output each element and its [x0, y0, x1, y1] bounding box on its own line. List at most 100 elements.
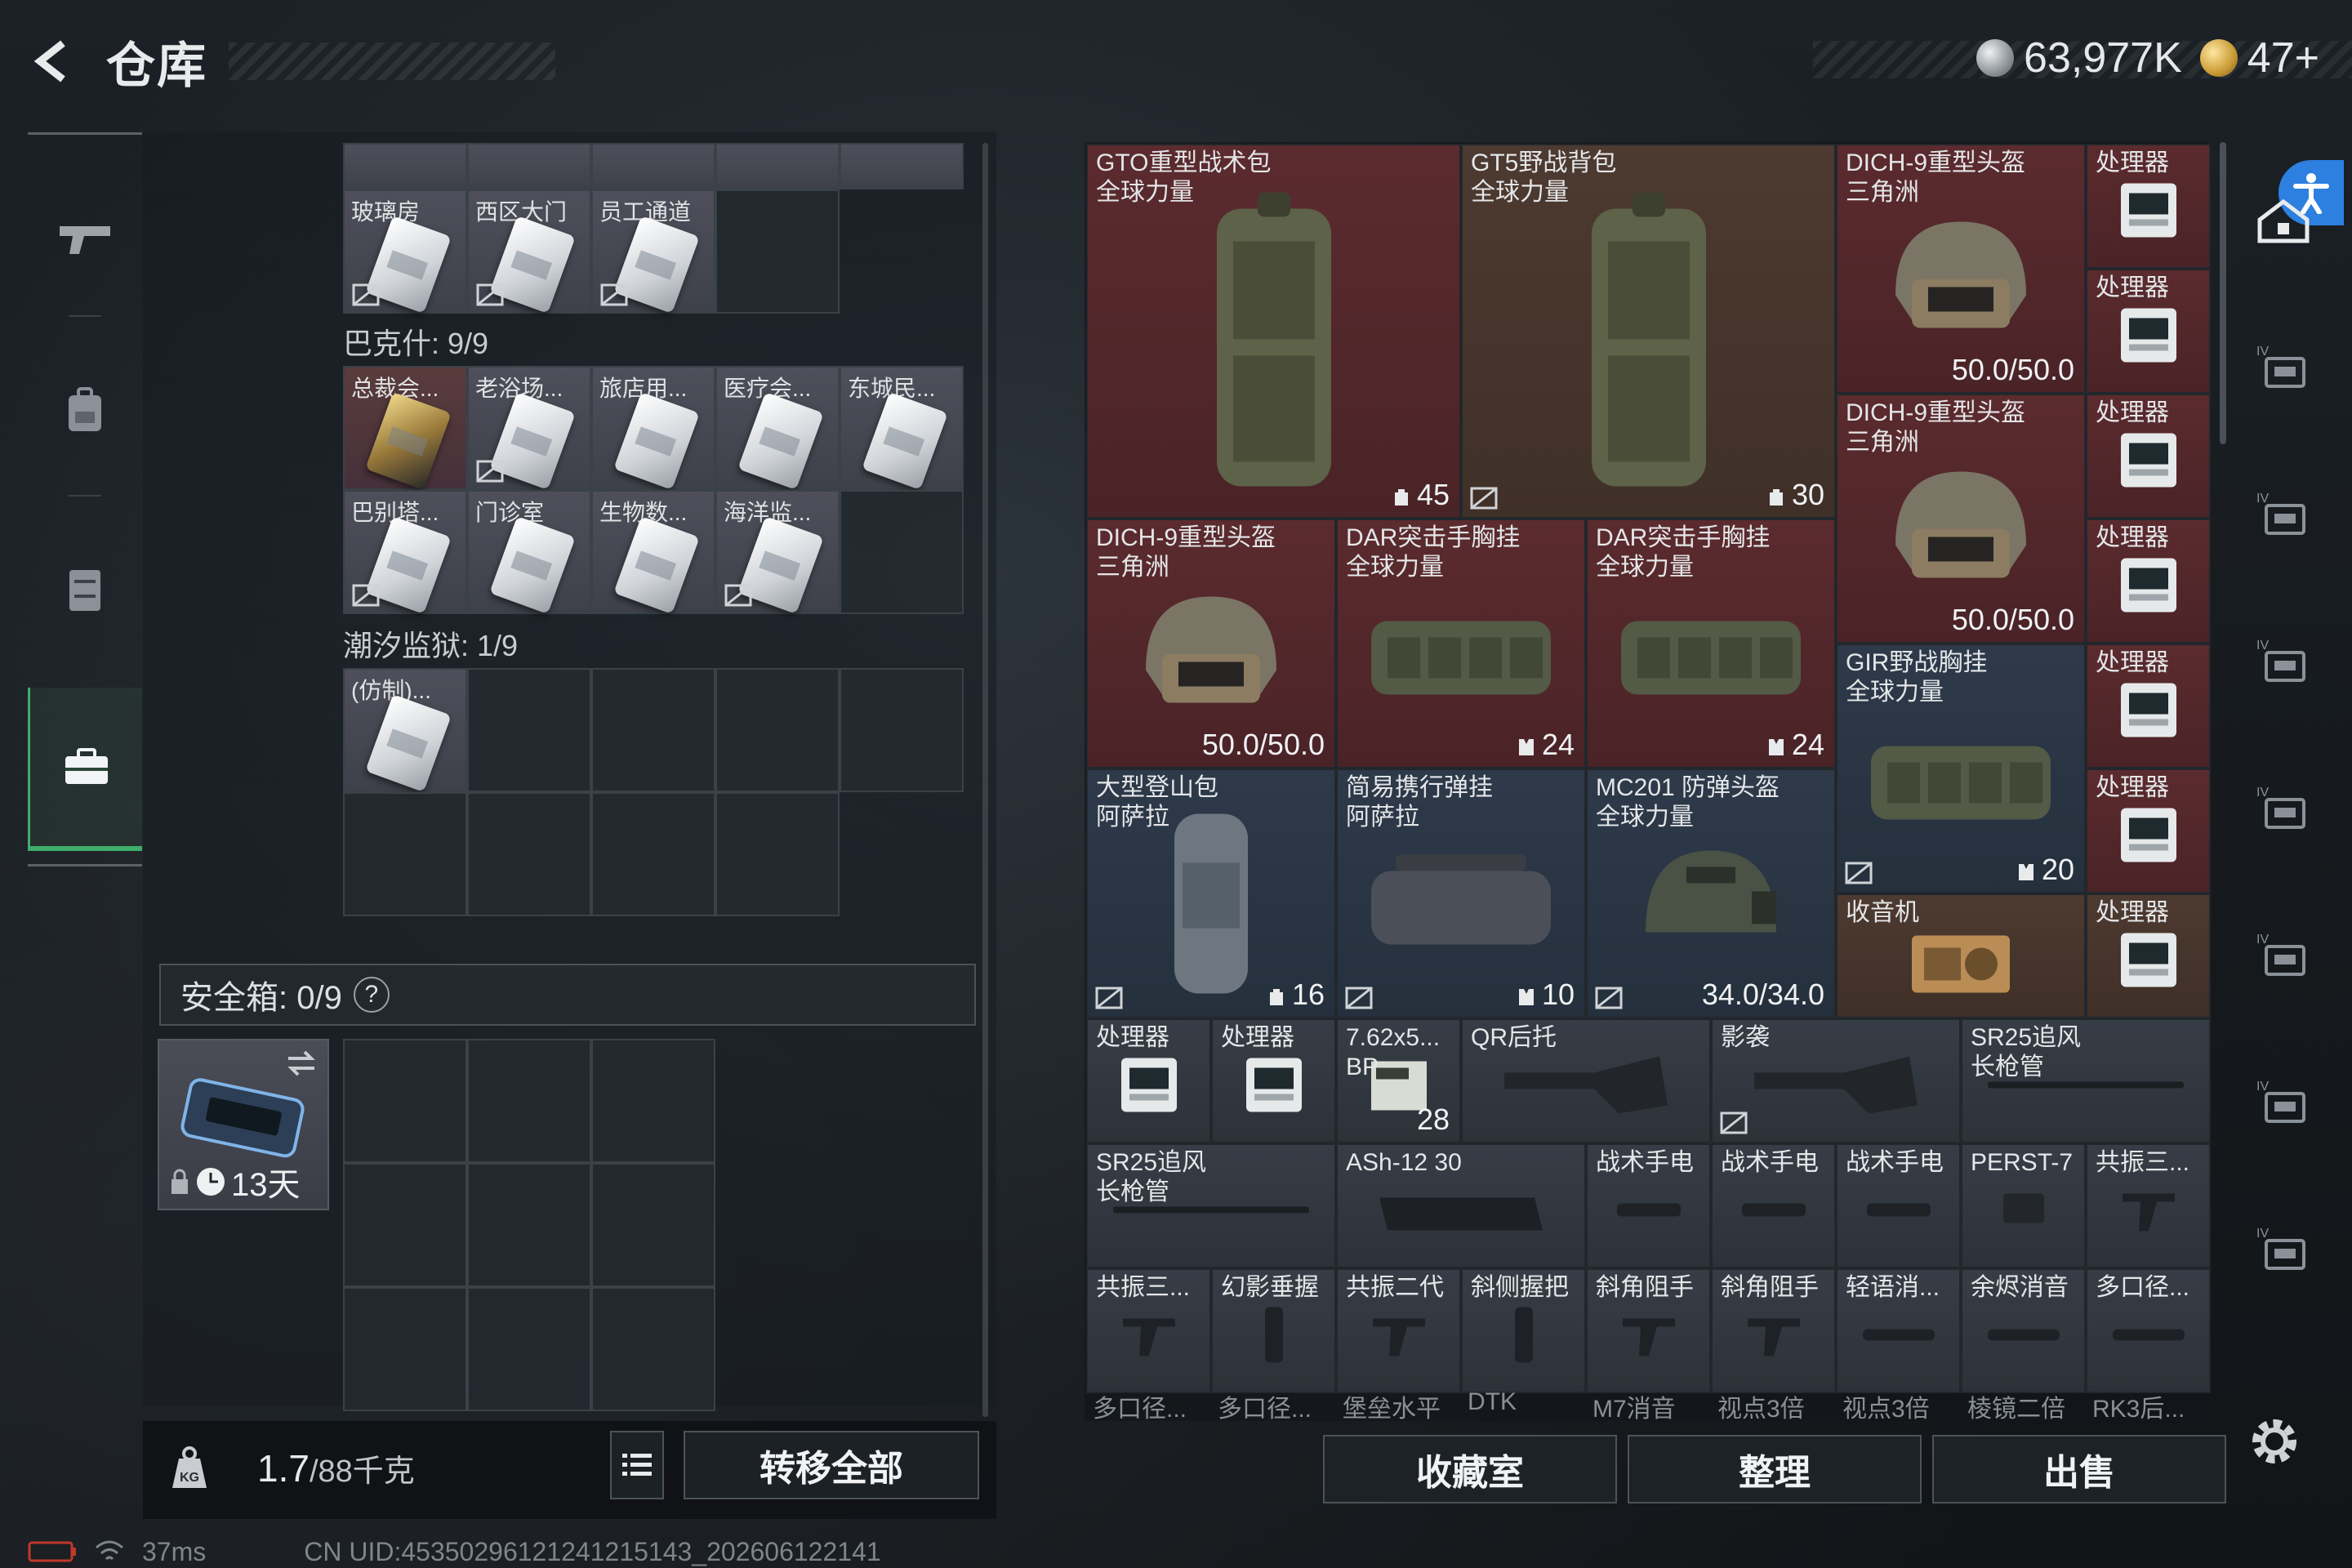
empty-slot[interactable] — [715, 668, 840, 792]
stash-item-slant[interactable]: 斜侧握把 — [1461, 1268, 1586, 1393]
safe-box-bar[interactable]: 安全箱: 0/9 ? — [159, 964, 976, 1026]
stash-item-radio[interactable]: 收音机 — [1836, 893, 2086, 1018]
keycard-slot[interactable]: 门诊室 — [467, 490, 591, 614]
stash-item-proc[interactable]: 处理器 — [2086, 144, 2211, 269]
stash-item-gir[interactable]: GIR野战胸挂 全球力量 20 — [1836, 644, 2086, 893]
settings-gear-icon[interactable] — [2246, 1413, 2303, 1470]
empty-slot[interactable] — [591, 668, 715, 792]
stash-item-qr[interactable]: QR后托 — [1461, 1018, 1711, 1143]
stash-item-proc[interactable]: 处理器 — [2086, 644, 2211, 768]
stash-item-dich2[interactable]: DICH-9重型头盔 三角洲 50.0/50.0 — [1836, 394, 2086, 644]
stash-item-dich3[interactable]: DICH-9重型头盔 三角洲 50.0/50.0 — [1086, 519, 1336, 768]
stash-item-sr25a[interactable]: SR25追风 长枪管 — [1961, 1018, 2211, 1143]
stash-scrollbar[interactable] — [2220, 142, 2226, 444]
nav-backpack[interactable] — [28, 328, 142, 492]
keycard-slot[interactable]: 东城民... — [840, 366, 964, 490]
keycard-slot[interactable]: 老浴场... — [467, 366, 591, 490]
stash-item-flash[interactable]: 战术手电 — [1711, 1143, 1836, 1268]
stash-item-light_sup[interactable]: 轻语消... — [1836, 1268, 1961, 1393]
safe-box-slot[interactable] — [343, 1287, 467, 1411]
keycard-slot[interactable]: 总裁会... — [343, 366, 467, 490]
sell-button[interactable]: 出售 — [1932, 1435, 2226, 1503]
right-nav-item-2[interactable]: IV — [2234, 444, 2332, 583]
stash-item-proc[interactable]: 处理器 — [2086, 394, 2211, 519]
backpack-scrollbar[interactable] — [982, 143, 988, 1417]
swap-icon[interactable] — [285, 1049, 318, 1078]
stash-item-stop[interactable]: 斜角阻手 — [1711, 1268, 1836, 1393]
keycard-slot[interactable]: 西区大门 — [467, 189, 591, 314]
gold-currency[interactable]: 47+ — [2199, 33, 2319, 82]
keycard-slot[interactable]: 生物数... — [591, 490, 715, 614]
empty-slot[interactable] — [591, 792, 715, 916]
keycard-slot-partial[interactable] — [467, 143, 591, 189]
stash-item-proc[interactable]: 处理器 — [1086, 1018, 1211, 1143]
right-nav-item-7[interactable]: IV — [2234, 1179, 2332, 1318]
stash-item-gto[interactable]: GTO重型战术包 全球力量 45 — [1086, 144, 1461, 519]
stash-item-proc[interactable]: 处理器 — [2086, 519, 2211, 644]
keycard-slot-partial[interactable] — [591, 143, 715, 189]
nav-locker[interactable] — [28, 508, 142, 671]
organize-button[interactable]: 整理 — [1628, 1435, 1922, 1503]
empty-slot[interactable] — [840, 490, 964, 614]
safe-box-slot[interactable] — [467, 1287, 591, 1411]
keycard-slot[interactable]: 巴别塔... — [343, 490, 467, 614]
stash-item-proc[interactable]: 处理器 — [1211, 1018, 1336, 1143]
stash-item-dich1[interactable]: DICH-9重型头盔 三角洲 50.0/50.0 — [1836, 144, 2086, 394]
empty-slot[interactable] — [467, 792, 591, 916]
stash-item-ash12[interactable]: ASh-12 30 — [1336, 1143, 1586, 1268]
safe-box-slot[interactable] — [467, 1163, 591, 1287]
keycard-slot-partial[interactable] — [343, 143, 467, 189]
keycard-slot[interactable]: 医疗会... — [715, 366, 840, 490]
empty-slot[interactable] — [840, 668, 964, 792]
stash-item-sr25b[interactable]: SR25追风 长枪管 — [1086, 1143, 1336, 1268]
keycard-slot-partial[interactable] — [840, 143, 964, 189]
empty-slot[interactable] — [467, 668, 591, 792]
stash-item-gt5[interactable]: GT5野战背包 全球力量 30 — [1461, 144, 1836, 519]
stash-item-ammo[interactable]: 7.62x5... BP 28 — [1336, 1018, 1461, 1143]
safe-box-slot[interactable] — [343, 1039, 467, 1163]
stash-item-perst[interactable]: PERST-7 — [1961, 1143, 2086, 1268]
safe-box-slot[interactable] — [591, 1039, 715, 1163]
keycard-slot[interactable]: 海洋监... — [715, 490, 840, 614]
right-nav-item-4[interactable]: IV — [2234, 738, 2332, 877]
list-view-button[interactable] — [610, 1431, 664, 1499]
keycard-slot[interactable]: 旅店用... — [591, 366, 715, 490]
safe-box-item[interactable]: 13天 — [158, 1039, 329, 1210]
stash-item-gz2[interactable]: 共振二代 — [1336, 1268, 1461, 1393]
stash-item-flash[interactable]: 战术手电 — [1586, 1143, 1711, 1268]
keycard-slot[interactable]: (仿制)... — [343, 668, 467, 792]
empty-slot[interactable] — [715, 189, 840, 314]
stash-item-mc201[interactable]: MC201 防弹头盔 全球力量 34.0/34.0 — [1586, 768, 1836, 1018]
back-button[interactable] — [24, 33, 82, 90]
empty-slot[interactable] — [715, 792, 840, 916]
stash-item-gongzhen[interactable]: 共振三... — [1086, 1268, 1211, 1393]
stash-item-bigpack[interactable]: 大型登山包 阿萨拉 16 — [1086, 768, 1336, 1018]
transfer-all-button[interactable]: 转移全部 — [684, 1431, 979, 1499]
right-nav-item-3[interactable]: IV — [2234, 591, 2332, 730]
collection-room-button[interactable]: 收藏室 — [1323, 1435, 1617, 1503]
stash-item-multi[interactable]: 多口径... — [2086, 1268, 2211, 1393]
stash-item-phantom[interactable]: 幻影垂握 — [1211, 1268, 1336, 1393]
silver-currency[interactable]: 63,977K — [1976, 33, 2182, 82]
stash-item-proc[interactable]: 处理器 — [2086, 768, 2211, 893]
nav-toolbox[interactable] — [28, 688, 142, 851]
safe-box-slot[interactable] — [591, 1287, 715, 1411]
stash-item-shadow[interactable]: 影袭 — [1711, 1018, 1961, 1143]
safe-box-slot[interactable] — [591, 1163, 715, 1287]
keycard-slot-partial[interactable] — [715, 143, 840, 189]
right-nav-item-1[interactable]: IV — [2234, 297, 2332, 436]
right-nav-item-0[interactable] — [2234, 150, 2332, 289]
empty-slot[interactable] — [343, 792, 467, 916]
stash-item-simple[interactable]: 简易携行弹挂 阿萨拉 10 — [1336, 768, 1586, 1018]
nav-weapons[interactable] — [28, 157, 142, 320]
safe-box-slot[interactable] — [467, 1039, 591, 1163]
stash-item-proc[interactable]: 处理器 — [2086, 893, 2211, 1018]
stash-item-proc[interactable]: 处理器 — [2086, 269, 2211, 394]
stash-item-flash[interactable]: 战术手电 — [1836, 1143, 1961, 1268]
safe-box-slot[interactable] — [343, 1163, 467, 1287]
stash-item-ember[interactable]: 余烬消音 — [1961, 1268, 2086, 1393]
keycard-slot[interactable]: 玻璃房 — [343, 189, 467, 314]
stash-item-dar1[interactable]: DAR突击手胸挂 全球力量 24 — [1336, 519, 1586, 768]
right-nav-item-6[interactable]: IV — [2234, 1032, 2332, 1171]
stash-item-gongzhen[interactable]: 共振三... — [2086, 1143, 2211, 1268]
